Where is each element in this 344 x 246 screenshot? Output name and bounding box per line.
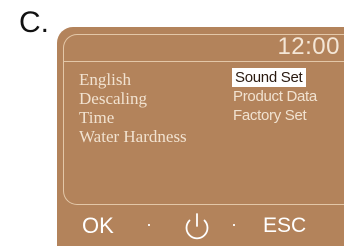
menu-item-sound-set[interactable]: Sound Set (232, 68, 307, 87)
display-divider (63, 61, 344, 62)
menu-item-factory-set[interactable]: Factory Set (233, 106, 317, 125)
menu-right-column: Sound Set Product Data Factory Set (232, 68, 317, 125)
menu-item-time[interactable]: Time (79, 108, 187, 127)
esc-button[interactable]: ESC (263, 213, 306, 239)
clock-time: 12:00 (277, 33, 340, 60)
menu-item-product-data[interactable]: Product Data (233, 87, 317, 106)
menu-item-english[interactable]: English (79, 70, 187, 89)
menu-item-descaling[interactable]: Descaling (79, 89, 187, 108)
ok-button[interactable]: OK (82, 213, 114, 239)
separator-dot: · (231, 214, 237, 234)
power-icon[interactable] (180, 211, 214, 243)
figure-label: C. (19, 6, 49, 39)
menu-left-column: English Descaling Time Water Hardness (79, 70, 187, 146)
soft-key-bar: OK · · ESC (57, 211, 344, 246)
separator-dot: · (146, 214, 152, 234)
menu-item-water-hardness[interactable]: Water Hardness (79, 127, 187, 146)
